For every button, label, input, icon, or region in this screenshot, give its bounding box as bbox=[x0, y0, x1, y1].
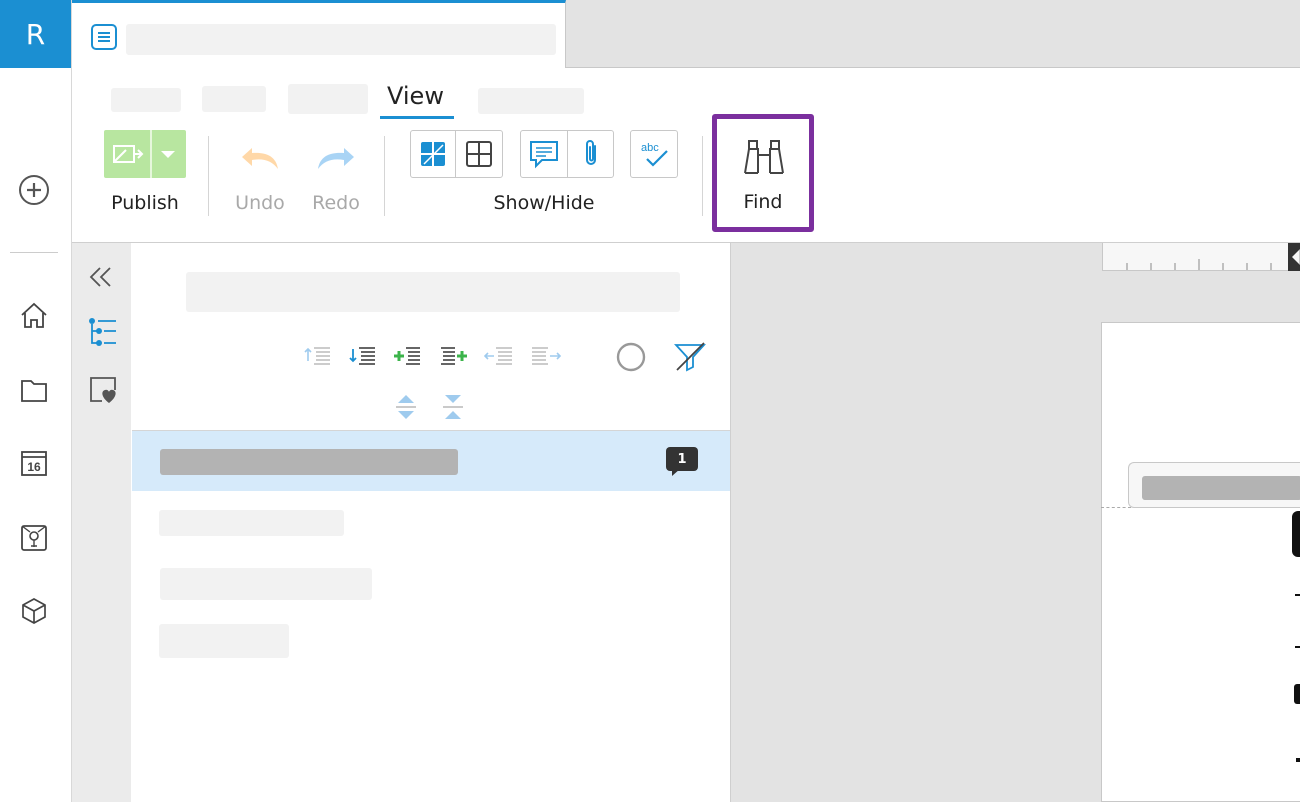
svg-text:abc: abc bbox=[641, 142, 659, 154]
add-after-icon[interactable] bbox=[439, 345, 469, 369]
comment-count-badge[interactable]: 1 bbox=[666, 447, 698, 471]
block-title-placeholder bbox=[1142, 476, 1300, 500]
move-down-indent-icon[interactable] bbox=[349, 345, 377, 369]
certificate-icon[interactable] bbox=[16, 520, 52, 556]
publish-icon bbox=[112, 142, 146, 166]
toolbar-separator bbox=[384, 136, 385, 216]
calendar-day: 16 bbox=[27, 460, 41, 474]
outline-item-placeholder[interactable] bbox=[159, 510, 344, 536]
showhide-label: Show/Hide bbox=[493, 192, 595, 214]
outline-tree-icon[interactable] bbox=[88, 317, 118, 347]
redo-label: Redo bbox=[312, 192, 360, 214]
favorites-heart-icon[interactable] bbox=[88, 375, 118, 405]
toolbar-separator bbox=[702, 136, 703, 216]
collapse-all-icon[interactable] bbox=[441, 393, 465, 421]
outline-item-title-placeholder bbox=[160, 449, 458, 475]
menu-tab-view[interactable]: View bbox=[387, 82, 444, 110]
badge-tail bbox=[672, 469, 680, 476]
publish-label: Publish bbox=[111, 192, 179, 214]
spellcheck-icon[interactable]: abc bbox=[630, 130, 678, 178]
chevron-down-icon[interactable] bbox=[160, 150, 176, 160]
add-before-icon[interactable] bbox=[394, 345, 422, 369]
outline-item-selected[interactable]: 1 bbox=[132, 431, 730, 491]
outline-search-input[interactable] bbox=[186, 272, 680, 312]
cube-icon[interactable] bbox=[16, 593, 52, 629]
text-fragment bbox=[1296, 758, 1300, 762]
redo-icon[interactable] bbox=[314, 144, 358, 172]
content-block-tab[interactable] bbox=[1128, 462, 1300, 508]
folder-icon[interactable] bbox=[16, 372, 52, 408]
document-canvas bbox=[731, 243, 1300, 802]
comment-icon[interactable] bbox=[520, 130, 568, 178]
undo-label: Undo bbox=[235, 192, 285, 214]
home-icon[interactable] bbox=[16, 298, 52, 334]
table-grid-icon[interactable] bbox=[455, 130, 503, 178]
active-tab-underline bbox=[380, 116, 454, 119]
app-logo-letter: R bbox=[25, 17, 46, 51]
text-cursor-fragment bbox=[1292, 511, 1300, 557]
calendar-icon[interactable]: 16 bbox=[16, 445, 52, 481]
text-fragment bbox=[1294, 684, 1300, 704]
text-fragment bbox=[1295, 646, 1300, 648]
rail-divider bbox=[10, 252, 58, 253]
menu-item-placeholder[interactable] bbox=[478, 88, 584, 114]
outline-item-placeholder[interactable] bbox=[159, 624, 289, 658]
app-logo[interactable]: R bbox=[0, 0, 71, 68]
binoculars-icon bbox=[741, 137, 787, 181]
filter-off-icon[interactable] bbox=[674, 342, 706, 372]
document-icon bbox=[90, 23, 118, 51]
plus-circle-icon[interactable] bbox=[16, 172, 52, 208]
table-grid-colored-icon[interactable] bbox=[410, 130, 456, 178]
paperclip-icon[interactable] bbox=[567, 130, 614, 178]
move-up-indent-icon[interactable] bbox=[304, 345, 332, 369]
comment-count: 1 bbox=[677, 451, 687, 467]
outline-item-placeholder[interactable] bbox=[160, 568, 372, 600]
outline-panel: 1 bbox=[132, 243, 731, 802]
outdent-icon[interactable] bbox=[484, 345, 514, 369]
menu-item-placeholder[interactable] bbox=[202, 86, 266, 112]
menu-item-placeholder[interactable] bbox=[111, 88, 181, 112]
find-label: Find bbox=[743, 191, 783, 213]
ruler bbox=[1102, 243, 1300, 271]
ribbon: View Publish Undo Redo abc Show/Hide Fin… bbox=[72, 68, 1300, 243]
dashed-guide bbox=[1101, 507, 1131, 508]
find-button[interactable]: Find bbox=[712, 114, 814, 232]
ruler-marker-icon[interactable] bbox=[1286, 243, 1300, 271]
document-page[interactable] bbox=[1101, 322, 1300, 802]
expand-all-icon[interactable] bbox=[394, 393, 418, 421]
circle-toggle-icon[interactable] bbox=[616, 342, 646, 372]
indent-icon[interactable] bbox=[530, 345, 562, 369]
text-fragment bbox=[1295, 594, 1300, 596]
toolbar-separator bbox=[208, 136, 209, 216]
left-rail: R 16 bbox=[0, 0, 72, 802]
document-title-placeholder bbox=[126, 24, 556, 55]
document-tab[interactable] bbox=[72, 0, 566, 68]
undo-icon[interactable] bbox=[238, 144, 282, 172]
collapse-double-chevron-icon[interactable] bbox=[88, 265, 114, 289]
menu-item-placeholder[interactable] bbox=[288, 84, 368, 114]
publish-button[interactable] bbox=[104, 130, 186, 178]
panel-side-strip bbox=[72, 243, 131, 802]
